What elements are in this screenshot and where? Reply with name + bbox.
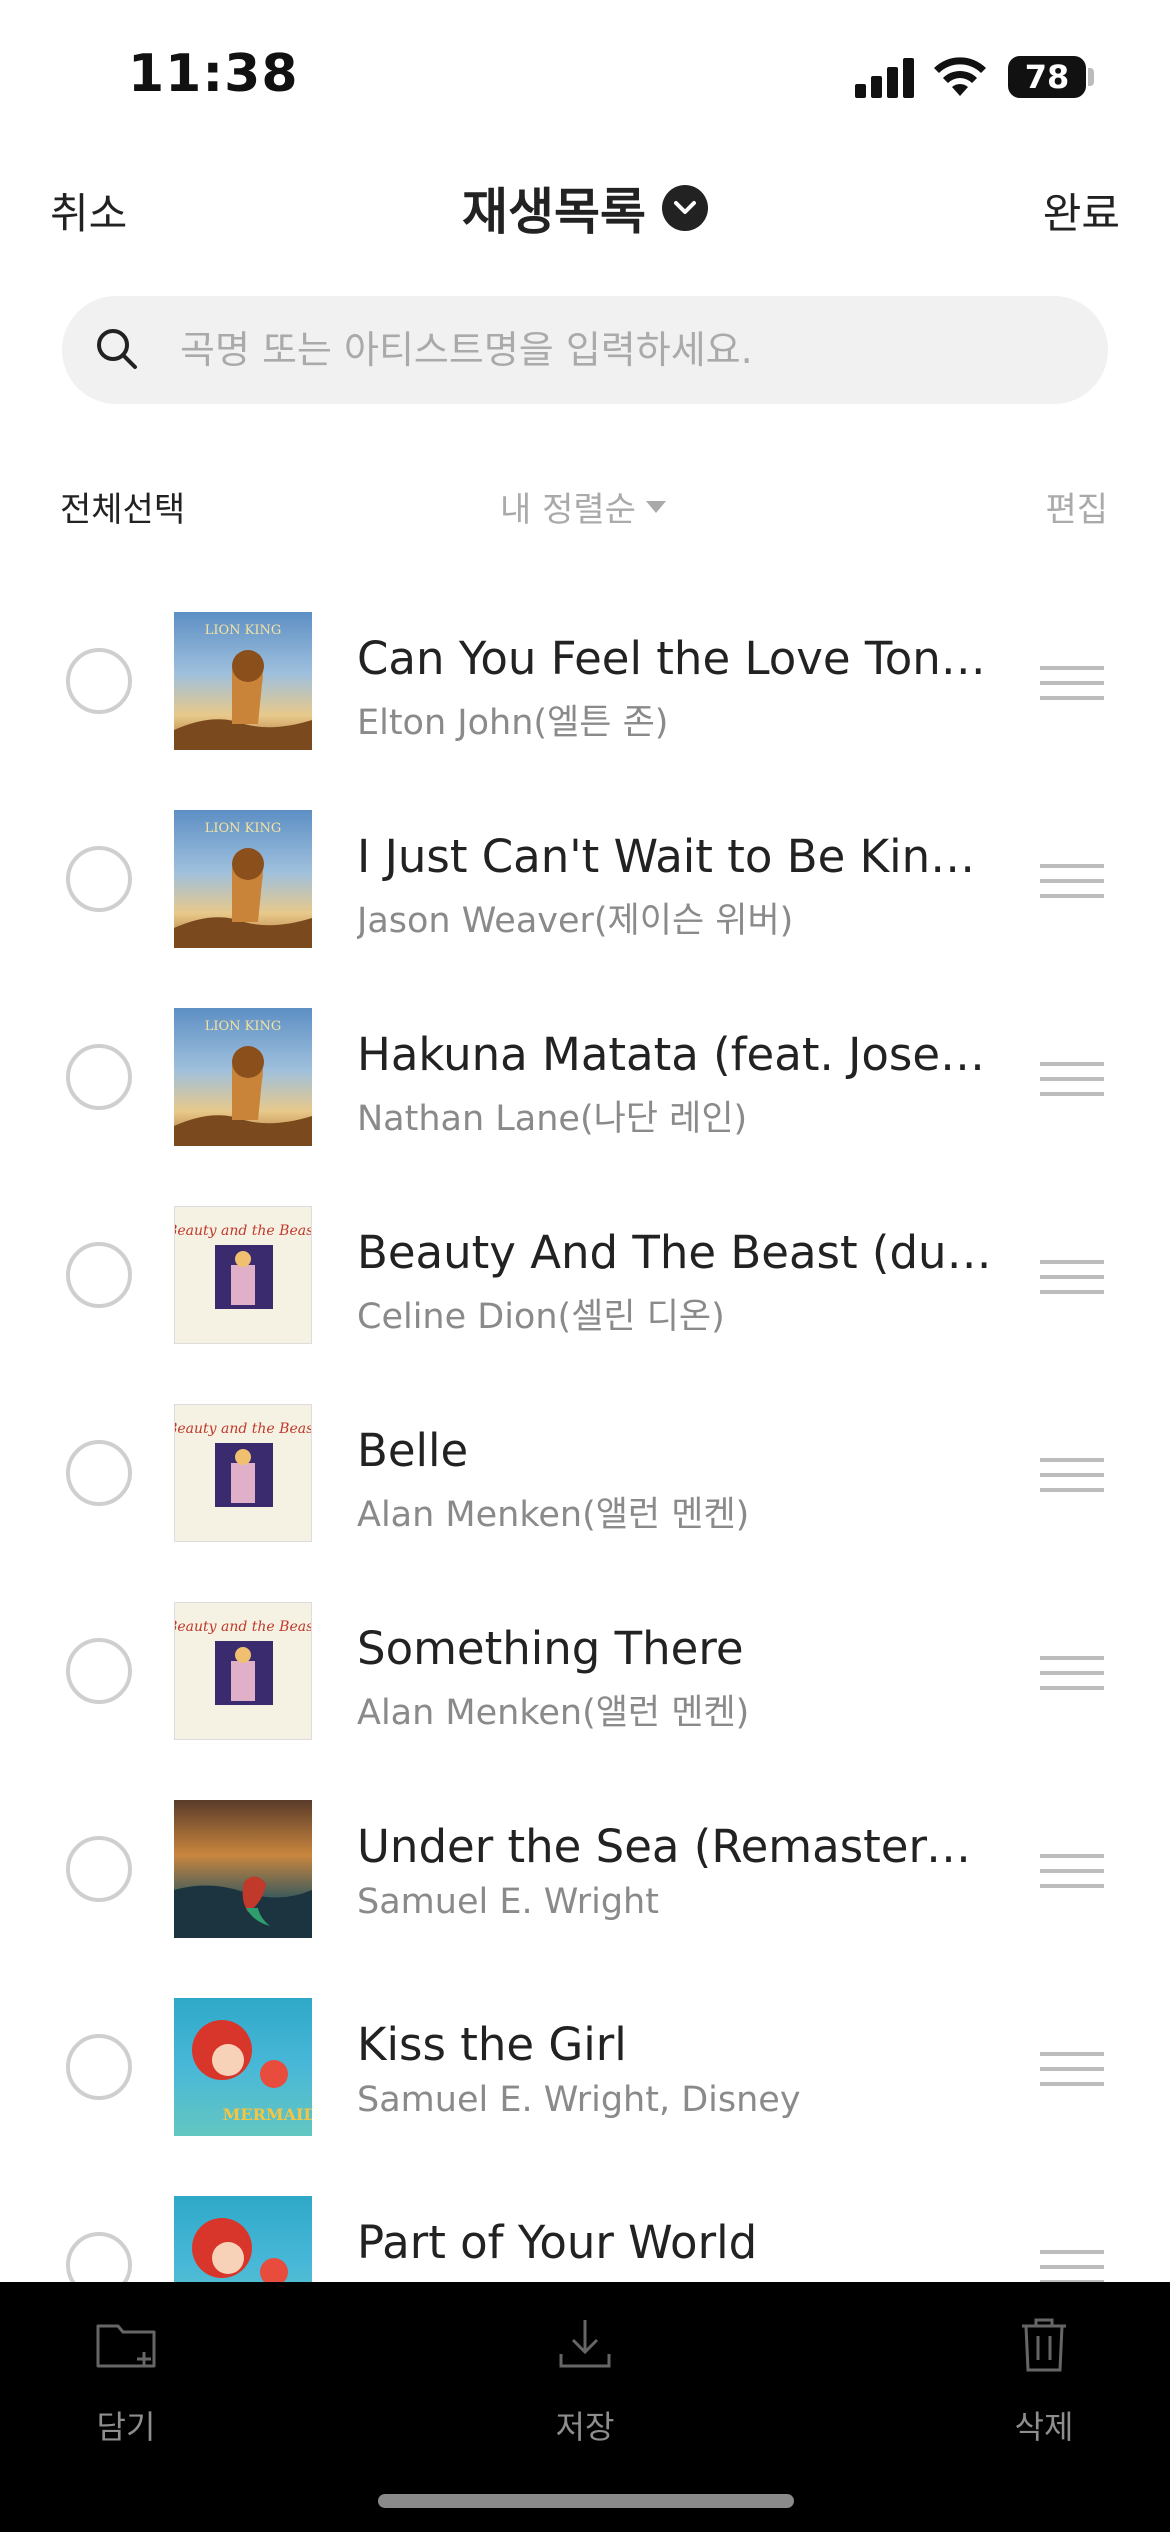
download-icon	[559, 2320, 611, 2368]
drag-handle-icon[interactable]	[1040, 864, 1104, 898]
done-button[interactable]: 완료	[1043, 180, 1120, 241]
song-list: LION KING Can You Feel the Love Tonig… E…	[0, 582, 1170, 2364]
battery-icon: 78	[1008, 56, 1086, 98]
song-title: Beauty And The Beast (duet…	[357, 1226, 997, 1279]
drag-handle-icon[interactable]	[1040, 1854, 1104, 1888]
home-indicator	[378, 2494, 794, 2508]
drag-handle-icon[interactable]	[1040, 1458, 1104, 1492]
drag-handle-icon[interactable]	[1040, 1260, 1104, 1294]
select-radio[interactable]	[66, 1638, 132, 1704]
chevron-down-icon[interactable]	[662, 185, 708, 231]
song-title: Under the Sea (Remastered…	[357, 1820, 997, 1873]
album-art-lion-king: LION KING	[174, 1008, 312, 1146]
trash-icon	[1022, 2318, 1066, 2372]
status-time: 11:38	[128, 44, 299, 104]
folder-add-icon	[96, 2324, 156, 2368]
select-radio[interactable]	[66, 1440, 132, 1506]
song-row[interactable]: Under the Sea (Remastered… Samuel E. Wri…	[0, 1770, 1170, 1968]
song-artist: Elton John(엘튼 존)	[357, 703, 669, 743]
song-artist: Alan Menken(앨런 멘켄)	[357, 1495, 750, 1535]
album-art-beauty-and-the-beast: Beauty and the Beast	[174, 1404, 312, 1542]
list-controls: 전체선택 내 정렬순 편집	[0, 470, 1170, 540]
svg-text:Beauty and the Beast: Beauty and the Beast	[175, 1421, 311, 1437]
svg-text:Beauty and the Beast: Beauty and the Beast	[175, 1223, 311, 1239]
song-title: Part of Your World	[357, 2216, 758, 2269]
album-art-little-mermaid: MERMAID	[174, 1998, 312, 2136]
song-row[interactable]: Beauty and the Beast Something There Ala…	[0, 1572, 1170, 1770]
page-title: 재생목록	[462, 183, 646, 241]
song-artist: Samuel E. Wright	[357, 1882, 659, 1922]
select-radio[interactable]	[66, 2034, 132, 2100]
song-title: I Just Can't Wait to Be King (…	[357, 830, 997, 883]
delete-button[interactable]: 삭제	[944, 2312, 1144, 2448]
song-artist: Samuel E. Wright, Disney	[357, 2080, 801, 2120]
song-artist: Alan Menken(앨런 멘켄)	[357, 1693, 750, 1733]
select-all-button[interactable]: 전체선택	[60, 482, 185, 531]
song-title: Belle	[357, 1424, 469, 1477]
drag-handle-icon[interactable]	[1040, 1656, 1104, 1690]
album-art-beauty-and-the-beast: Beauty and the Beast	[174, 1206, 312, 1344]
drag-handle-icon[interactable]	[1040, 2052, 1104, 2086]
song-artist: Celine Dion(셀린 디온)	[357, 1297, 725, 1337]
song-row[interactable]: LION KING I Just Can't Wait to Be King (…	[0, 780, 1170, 978]
svg-text:LION KING: LION KING	[205, 821, 282, 836]
search-input[interactable]	[180, 296, 1080, 404]
caret-down-icon	[645, 500, 666, 513]
select-radio[interactable]	[66, 1836, 132, 1902]
drag-handle-icon[interactable]	[1040, 666, 1104, 700]
song-row[interactable]: MERMAID Kiss the Girl Samuel E. Wright, …	[0, 1968, 1170, 2166]
wifi-icon	[934, 57, 986, 96]
song-artist: Nathan Lane(나단 레인)	[357, 1099, 748, 1139]
save-button[interactable]: 저장	[485, 2312, 685, 2448]
album-art-lion-king: LION KING	[174, 612, 312, 750]
svg-text:LION KING: LION KING	[205, 623, 282, 638]
song-title: Can You Feel the Love Tonig…	[357, 632, 997, 685]
song-row[interactable]: LION KING Can You Feel the Love Tonig… E…	[0, 582, 1170, 780]
select-radio[interactable]	[66, 846, 132, 912]
svg-text:Beauty and the Beast: Beauty and the Beast	[175, 1619, 311, 1635]
save-label: 저장	[555, 2408, 615, 2446]
edit-button[interactable]: 편집	[1045, 482, 1108, 531]
song-row[interactable]: Beauty and the Beast Beauty And The Beas…	[0, 1176, 1170, 1374]
svg-text:MERMAID: MERMAID	[223, 2105, 312, 2124]
header: 취소 재생목록 완료	[0, 160, 1170, 250]
add-label: 담기	[96, 2408, 156, 2446]
add-to-folder-button[interactable]: 담기	[26, 2312, 226, 2448]
svg-text:LION KING: LION KING	[205, 1019, 282, 1034]
song-row[interactable]: LION KING Hakuna Matata (feat. Joseph… N…	[0, 978, 1170, 1176]
song-artist: Jason Weaver(제이슨 위버)	[357, 901, 794, 941]
song-title: Something There	[357, 1622, 744, 1675]
playlist-title-dropdown[interactable]: 재생목록	[0, 172, 1170, 244]
search-bar[interactable]	[62, 296, 1108, 404]
drag-handle-icon[interactable]	[1040, 1062, 1104, 1096]
song-title: Hakuna Matata (feat. Joseph…	[357, 1028, 997, 1081]
drag-handle-icon[interactable]	[1040, 2250, 1104, 2284]
album-art-little-mermaid-sea	[174, 1800, 312, 1938]
delete-label: 삭제	[1014, 2408, 1074, 2446]
battery-cap	[1088, 68, 1094, 86]
select-radio[interactable]	[66, 1044, 132, 1110]
search-icon	[97, 329, 137, 369]
select-radio[interactable]	[66, 648, 132, 714]
song-row[interactable]: Beauty and the Beast Belle Alan Menken(앨…	[0, 1374, 1170, 1572]
status-bar: 11:38 78	[0, 0, 1170, 150]
sort-label: 내 정렬순	[500, 490, 636, 530]
song-title: Kiss the Girl	[357, 2018, 627, 2071]
sort-dropdown[interactable]: 내 정렬순	[500, 482, 666, 531]
album-art-beauty-and-the-beast: Beauty and the Beast	[174, 1602, 312, 1740]
select-radio[interactable]	[66, 1242, 132, 1308]
album-art-lion-king: LION KING	[174, 810, 312, 948]
cellular-signal-icon	[855, 58, 915, 98]
